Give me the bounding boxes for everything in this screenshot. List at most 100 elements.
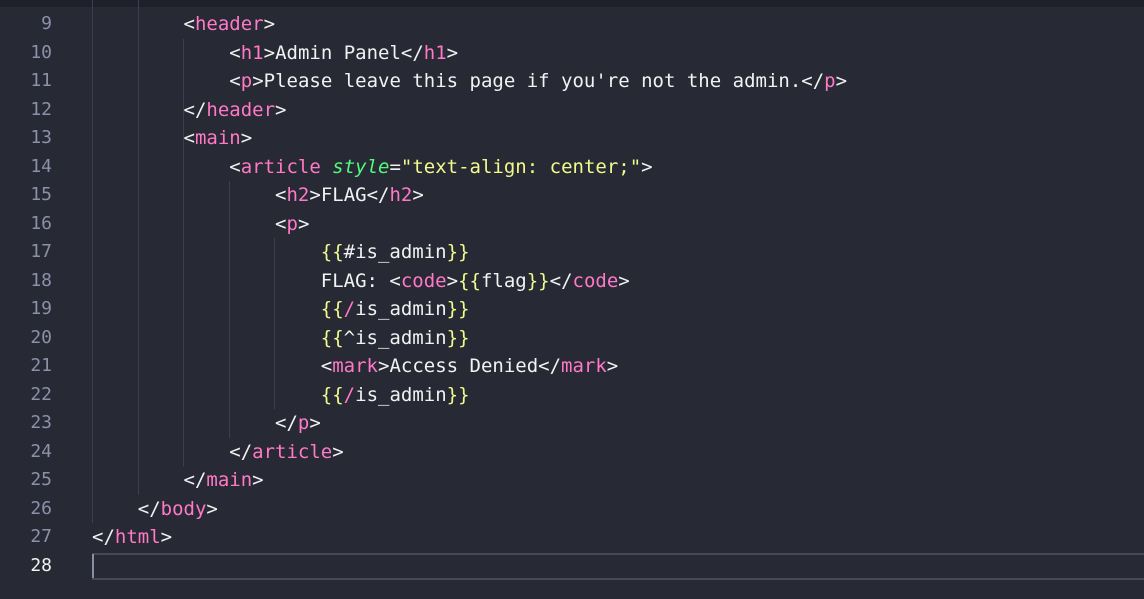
token-brace: {{ [320, 241, 344, 263]
line-number: 15 [30, 184, 52, 205]
code-line[interactable]: 17 {{#is_admin}} [0, 238, 1144, 267]
token-tag: main [206, 469, 253, 491]
line-code: <p> [92, 210, 309, 239]
line-code: </header> [92, 96, 287, 125]
line-code: </p> [92, 409, 321, 438]
line-code: {{^is_admin}} [92, 324, 470, 353]
line-number: 14 [30, 155, 52, 177]
code-line[interactable]: 15 <h2>FLAG</h2> [0, 181, 1144, 210]
token-tag: p [297, 412, 310, 434]
token-text: < [183, 127, 195, 149]
line-code: <main> [92, 124, 253, 153]
code-line[interactable]: 13 <main> [0, 124, 1144, 153]
token-text: </ [183, 469, 207, 491]
code-line[interactable]: 26 </body> [0, 495, 1144, 524]
code-line[interactable]: 11 <p>Please leave this page if you're n… [0, 67, 1144, 96]
code-editor[interactable]: 9 <header> 10 <h1>Admin Panel</h1> 11 <p>P… [0, 0, 1144, 599]
token-text: </ [183, 98, 207, 121]
code-line[interactable]: 22 {{/is_admin}} [0, 381, 1144, 410]
token-attr: style [332, 155, 390, 178]
token-text: ^is_admin [343, 326, 447, 349]
token-text: >Please leave this page if you're not th… [252, 70, 825, 92]
code-line[interactable]: 18 FLAG: <code>{{flag}}</code> [0, 267, 1144, 296]
code-line[interactable]: 10 <h1>Admin Panel</h1> [0, 39, 1144, 68]
line-number: 10 [30, 41, 52, 63]
token-text: > [309, 412, 321, 434]
line-number: 17 [30, 241, 52, 262]
line-number: 12 [30, 98, 52, 120]
token-tag: html [114, 526, 161, 548]
token-tag: main [194, 127, 241, 149]
token-tag: / [343, 298, 356, 320]
line-number: 18 [30, 269, 52, 291]
token-text: flag [480, 269, 527, 292]
token-tag: / [343, 383, 356, 406]
token-text: > [606, 355, 619, 377]
token-tag: body [160, 497, 207, 520]
token-brace: {{ [320, 326, 344, 349]
code-line[interactable]: 24 </article> [0, 438, 1144, 467]
token-text: > [263, 13, 276, 35]
token-brace: {{ [458, 269, 481, 292]
token-text: < [275, 212, 287, 235]
code-line[interactable]: 14 <article style="text-align: center;"> [0, 153, 1144, 182]
line-number: 19 [30, 298, 52, 319]
token-text: > [618, 269, 630, 292]
token-tag: h2 [286, 184, 310, 206]
token-text: < [320, 355, 333, 377]
token-tag: p [286, 212, 298, 235]
line-number: 20 [30, 326, 52, 348]
line-number: 22 [30, 383, 52, 405]
token-text: = [389, 155, 401, 178]
code-line[interactable]: 9 <header> [0, 10, 1144, 39]
token-text: </ [92, 526, 115, 548]
token-brace: {{ [320, 383, 344, 406]
token-text: > [446, 41, 459, 64]
code-line[interactable]: 21 <mark>Access Denied</mark> [0, 352, 1144, 381]
code-line[interactable]: 27 </html> [0, 523, 1144, 552]
token-tag: h2 [389, 184, 413, 206]
token-text: > [275, 98, 287, 121]
code-line[interactable]: 19 {{/is_admin}} [0, 295, 1144, 324]
token-tag: h1 [423, 41, 447, 64]
line-number: 11 [30, 70, 52, 91]
token-text: > [160, 526, 173, 548]
line-number: 23 [30, 412, 52, 433]
token-brace: }} [446, 298, 470, 320]
token-text: > [446, 269, 459, 292]
token-tag: mark [561, 355, 607, 377]
token-text: >Access Denied</ [378, 355, 562, 377]
token-tag: code [572, 269, 619, 292]
code-line[interactable]: 20 {{^is_admin}} [0, 324, 1144, 353]
token-text: </ [549, 269, 573, 292]
token-text: > [835, 70, 848, 92]
line-number: 16 [30, 212, 52, 234]
token-text: > [252, 469, 264, 491]
token-text: < [229, 155, 241, 178]
code-line[interactable]: 16 <p> [0, 210, 1144, 239]
line-number: 9 [41, 13, 52, 34]
line-number: 27 [30, 526, 52, 547]
code-line[interactable]: 25 </main> [0, 466, 1144, 495]
token-text: FLAG: < [320, 269, 401, 292]
token-tag: p [240, 70, 253, 92]
line-code: {{#is_admin}} [92, 238, 470, 267]
code-line[interactable]: 28 [0, 552, 1144, 581]
code-line[interactable]: 23 </p> [0, 409, 1144, 438]
token-text: < [275, 184, 287, 206]
code-line[interactable]: 12 </header> [0, 96, 1144, 125]
token-text: is_admin [355, 298, 447, 320]
token-brace: }} [446, 383, 470, 406]
token-str: "text-align: center;" [400, 155, 642, 178]
line-number: 28 [30, 554, 52, 576]
token-text: is_admin [355, 383, 447, 406]
